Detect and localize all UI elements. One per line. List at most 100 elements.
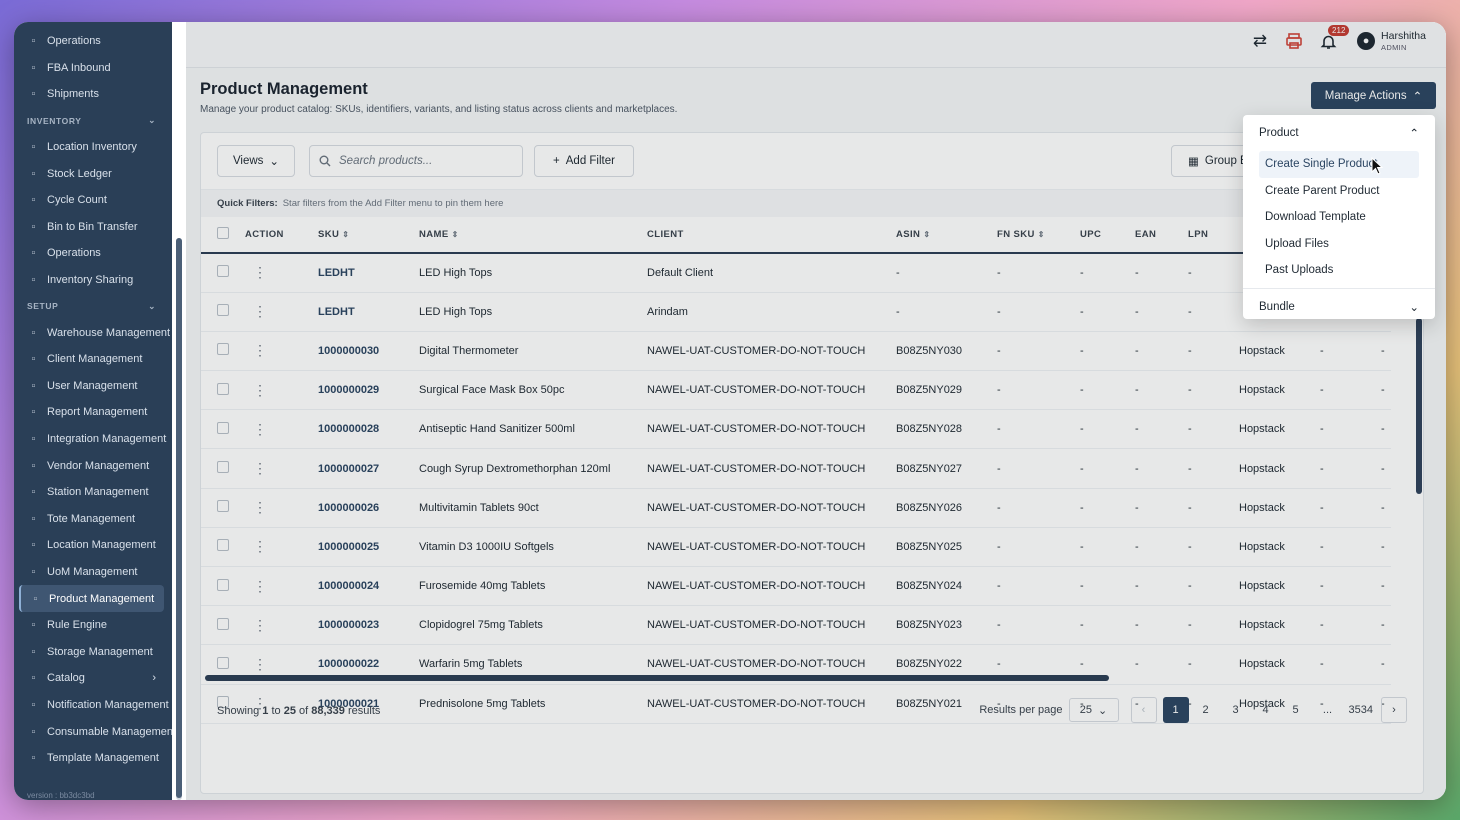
search-input[interactable] — [339, 155, 509, 167]
col-sku[interactable]: SKU ⇕ — [318, 217, 419, 254]
cell-sku[interactable]: 1000000026 — [318, 488, 419, 528]
menu-item-past-uploads[interactable]: Past Uploads — [1243, 257, 1419, 284]
row-checkbox[interactable] — [217, 578, 229, 591]
sidebar-item-shipments[interactable]: ▫ Shipments — [14, 81, 172, 108]
manage-actions-button[interactable]: Manage Actions ⌃ — [1311, 82, 1436, 109]
row-actions-kebab-icon[interactable]: ⋮ — [253, 303, 267, 319]
dropdown-section-bundle[interactable]: Bundle ⌄ — [1243, 289, 1435, 325]
row-actions-kebab-icon[interactable]: ⋮ — [253, 342, 267, 358]
sidebar-item-report-management[interactable]: ▫ Report Management — [14, 399, 172, 426]
sidebar-item-uom-management[interactable]: ▫ UoM Management — [14, 559, 172, 586]
sidebar-item-operations[interactable]: ▫ Operations — [14, 240, 172, 267]
table-row[interactable]: ⋮ 1000000027 Cough Syrup Dextromethorphan … — [201, 448, 1391, 489]
prev-page-button[interactable]: ‹ — [1130, 697, 1157, 723]
sidebar-item-location-management[interactable]: ▫ Location Management — [14, 532, 172, 559]
cell-sku[interactable]: 1000000028 — [318, 409, 419, 450]
select-all-checkbox[interactable] — [217, 227, 229, 239]
row-actions-kebab-icon[interactable]: ⋮ — [253, 656, 267, 672]
page-5[interactable]: 5 — [1283, 697, 1309, 723]
bell-icon[interactable]: 212 — [1317, 25, 1350, 52]
switch-arrows-icon[interactable]: ⇄ — [1249, 30, 1271, 52]
next-page-button[interactable]: › — [1381, 697, 1407, 723]
menu-item-create-parent-product[interactable]: Create Parent Product — [1243, 178, 1419, 205]
results-per-page-select[interactable]: 25 ⌄ — [1068, 698, 1119, 722]
sidebar-item-rule-engine[interactable]: ▫ Rule Engine — [14, 612, 172, 639]
cell-sku[interactable]: LEDHT — [318, 292, 419, 332]
row-actions-kebab-icon[interactable]: ⋮ — [253, 499, 267, 515]
sidebar-item-fba-inbound[interactable]: ▫ FBA Inbound — [14, 55, 172, 82]
row-checkbox[interactable] — [217, 343, 229, 356]
sidebar-scrollbar-thumb[interactable] — [176, 238, 182, 798]
cell-sku[interactable]: 1000000024 — [318, 566, 419, 607]
table-row[interactable]: ⋮ 1000000028 Antiseptic Hand Sanitizer 500… — [201, 409, 1391, 450]
sidebar-item-client-management[interactable]: ▫ Client Management — [14, 346, 172, 373]
table-row[interactable]: ⋮ LEDHT LED High Tops Default Client - - - - - — [201, 253, 1391, 293]
page-3[interactable]: 3 — [1223, 697, 1249, 723]
cell-sku[interactable]: LEDHT — [318, 253, 419, 293]
horizontal-scrollbar-thumb[interactable] — [205, 675, 1109, 681]
cell-sku[interactable]: 1000000025 — [318, 527, 419, 568]
sidebar-item-template-management[interactable]: ▫ Template Management — [14, 745, 172, 772]
table-row[interactable]: ⋮ 1000000023 Clopidogrel 75mg Tablets NAWEL… — [201, 605, 1391, 646]
table-row[interactable]: ⋮ 1000000030 Digital Thermometer NAWEL-UAT-… — [201, 331, 1391, 372]
row-checkbox[interactable] — [217, 421, 229, 434]
printer-icon[interactable] — [1283, 30, 1305, 52]
sidebar-item-operations[interactable]: ▫ Operations — [14, 28, 172, 55]
row-checkbox[interactable] — [217, 539, 229, 552]
sidebar-item-integration-management[interactable]: ▫ Integration Management — [14, 426, 172, 453]
row-actions-kebab-icon[interactable]: ⋮ — [253, 382, 267, 398]
page-4[interactable]: 4 — [1253, 697, 1279, 723]
table-row[interactable]: ⋮ LEDHT LED High Tops Arindam - - - - - — [201, 292, 1391, 332]
sidebar-item-cycle-count[interactable]: ▫ Cycle Count — [14, 187, 172, 214]
page-last[interactable]: 3534 — [1347, 697, 1375, 723]
row-actions-kebab-icon[interactable]: ⋮ — [253, 460, 267, 476]
cell-sku[interactable]: 1000000027 — [318, 448, 419, 489]
row-actions-kebab-icon[interactable]: ⋮ — [253, 617, 267, 633]
sidebar-item-user-management[interactable]: ▫ User Management — [14, 373, 172, 400]
row-actions-kebab-icon[interactable]: ⋮ — [253, 578, 267, 594]
row-checkbox[interactable] — [217, 656, 229, 669]
sidebar-item-consumable-management[interactable]: ▫ Consumable Management — [14, 718, 172, 745]
sidebar-section-inventory[interactable]: INVENTORY ⌄ — [14, 108, 172, 134]
sidebar-item-catalog[interactable]: ▫ Catalog › — [14, 665, 172, 692]
cell-sku[interactable]: 1000000029 — [318, 370, 419, 411]
table-row[interactable]: ⋮ 1000000029 Surgical Face Mask Box 50pc NA… — [201, 370, 1391, 411]
row-checkbox[interactable] — [217, 617, 229, 630]
menu-item-create-single-product[interactable]: Create Single Product — [1259, 151, 1419, 178]
row-checkbox[interactable] — [217, 382, 229, 395]
table-vertical-scrollbar[interactable] — [1416, 318, 1422, 494]
row-actions-kebab-icon[interactable]: ⋮ — [253, 538, 267, 554]
user-menu[interactable]: ● Harshitha ADMIN — [1357, 30, 1426, 52]
row-checkbox[interactable] — [217, 265, 229, 278]
col-fnsku[interactable]: FN SKU ⇕ — [997, 217, 1080, 254]
add-filter-button[interactable]: + Add Filter — [534, 145, 634, 177]
sidebar-item-vendor-management[interactable]: ▫ Vendor Management — [14, 452, 172, 479]
sidebar-item-inventory-sharing[interactable]: ▫ Inventory Sharing — [14, 267, 172, 294]
sidebar-item-station-management[interactable]: ▫ Station Management — [14, 479, 172, 506]
views-button[interactable]: Views ⌄ — [217, 145, 295, 177]
menu-item-download-template[interactable]: Download Template — [1243, 204, 1419, 231]
row-actions-kebab-icon[interactable]: ⋮ — [253, 421, 267, 437]
sidebar-item-product-management[interactable]: ▫ Product Management — [19, 585, 164, 612]
row-checkbox[interactable] — [217, 500, 229, 513]
page-1[interactable]: 1 — [1162, 697, 1189, 723]
sidebar-item-warehouse-management[interactable]: ▫ Warehouse Management — [14, 319, 172, 346]
sidebar-item-stock-ledger[interactable]: ▫ Stock Ledger — [14, 160, 172, 187]
menu-item-upload-files[interactable]: Upload Files — [1243, 231, 1419, 258]
sidebar-item-location-inventory[interactable]: ▫ Location Inventory — [14, 134, 172, 161]
cell-sku[interactable]: 1000000023 — [318, 605, 419, 646]
table-row[interactable]: ⋮ 1000000024 Furosemide 40mg Tablets NAWEL-… — [201, 566, 1391, 607]
table-row[interactable]: ⋮ 1000000025 Vitamin D3 1000IU Softgels NAW… — [201, 527, 1391, 568]
cell-sku[interactable]: 1000000030 — [318, 331, 419, 372]
row-actions-kebab-icon[interactable]: ⋮ — [253, 264, 267, 280]
page-2[interactable]: 2 — [1193, 697, 1219, 723]
col-name[interactable]: NAME ⇕ — [419, 217, 647, 254]
sidebar-item-storage-management[interactable]: ▫ Storage Management — [14, 638, 172, 665]
dropdown-section-product[interactable]: Product ⌃ — [1243, 115, 1435, 151]
row-checkbox[interactable] — [217, 461, 229, 474]
sidebar-section-setup[interactable]: SETUP ⌄ — [14, 293, 172, 319]
sidebar-item-notification-management[interactable]: ▫ Notification Management — [14, 692, 172, 719]
table-row[interactable]: ⋮ 1000000026 Multivitamin Tablets 90ct NAWE… — [201, 488, 1391, 528]
sidebar-item-tote-management[interactable]: ▫ Tote Management — [14, 506, 172, 533]
col-asin[interactable]: ASIN ⇕ — [896, 217, 997, 254]
